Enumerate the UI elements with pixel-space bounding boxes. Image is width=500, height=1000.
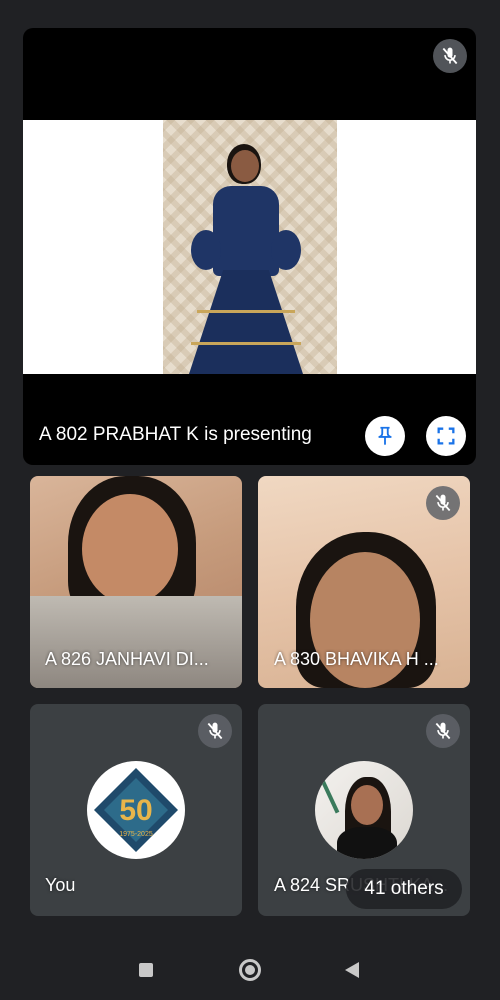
others-count-chip[interactable]: 41 others: [346, 869, 462, 909]
recents-icon[interactable]: [139, 963, 153, 977]
fullscreen-icon: [437, 427, 455, 445]
svg-text:50: 50: [119, 794, 152, 827]
fullscreen-button[interactable]: [426, 416, 466, 456]
presenter-tile[interactable]: A 802 PRABHAT K is presenting: [23, 28, 476, 465]
mic-off-icon: [426, 714, 460, 748]
participant-tile[interactable]: A 826 JANHAVI DI...: [30, 476, 242, 688]
participant-tile[interactable]: A 830 BHAVIKA H ...: [258, 476, 470, 688]
participant-name: A 830 BHAVIKA H ...: [274, 649, 439, 669]
shared-photo: [163, 120, 337, 374]
shared-screen: [23, 120, 476, 374]
school-logo-icon: 50 1975-2025: [94, 768, 178, 852]
participant-name: A 826 JANHAVI DI...: [45, 649, 209, 669]
mic-off-icon: [433, 39, 467, 73]
avatar-photo: [315, 761, 413, 859]
participant-name: You: [45, 875, 76, 895]
pin-icon: [378, 426, 392, 446]
home-icon[interactable]: [239, 959, 261, 981]
pin-button[interactable]: [365, 416, 405, 456]
mic-off-icon: [198, 714, 232, 748]
system-nav-bar: [0, 938, 500, 1000]
svg-text:1975-2025: 1975-2025: [119, 831, 153, 838]
participant-tile-self[interactable]: 50 1975-2025 You: [30, 704, 242, 916]
avatar-logo: 50 1975-2025: [87, 761, 185, 859]
mic-off-icon: [426, 486, 460, 520]
presenting-label: A 802 PRABHAT K is presenting: [39, 424, 312, 445]
back-icon[interactable]: [344, 961, 360, 979]
